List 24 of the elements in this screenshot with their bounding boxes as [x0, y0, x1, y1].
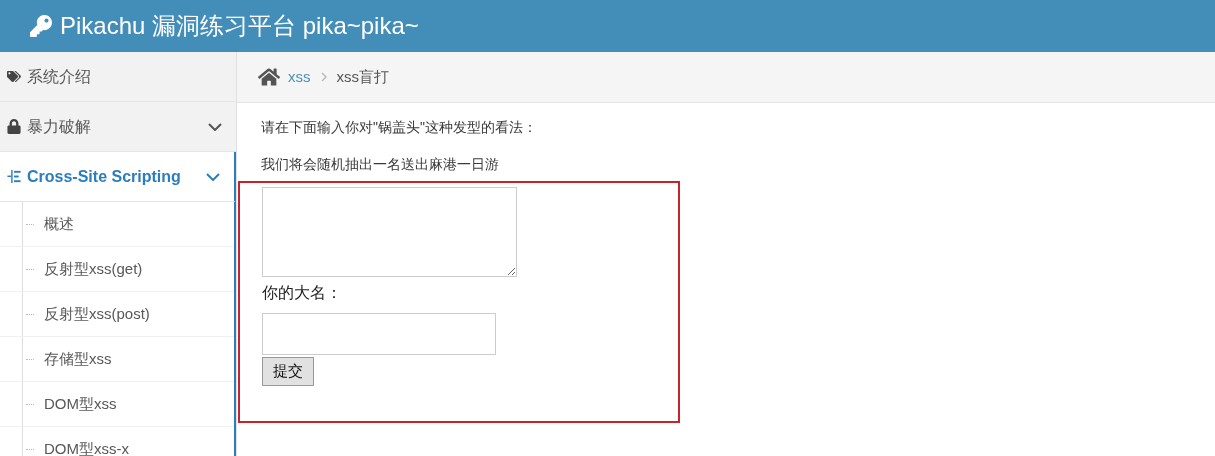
- submenu-item[interactable]: 存储型xss: [44, 347, 112, 371]
- comment-textarea[interactable]: [262, 187, 517, 277]
- tree-icon: [7, 169, 21, 184]
- name-label: 你的大名：: [262, 283, 342, 303]
- submit-button[interactable]: 提交: [262, 357, 314, 386]
- instruction-text: 请在下面输入你对"锅盖头"这种发型的看法：: [261, 118, 538, 137]
- chevron-right-icon: [320, 72, 327, 82]
- instruction-text: 我们将会随机抽出一名送出麻港一日游: [261, 155, 500, 174]
- submenu-item[interactable]: 反射型xss(get): [44, 257, 143, 281]
- submenu-item[interactable]: 反射型xss(post): [44, 302, 150, 326]
- name-input[interactable]: [262, 313, 496, 355]
- home-icon[interactable]: [258, 67, 280, 87]
- submenu-item[interactable]: DOM型xss: [44, 392, 117, 416]
- chevron-down-icon: [206, 172, 220, 181]
- key-icon: [30, 15, 52, 37]
- sidebar-item[interactable]: Cross-Site Scripting: [0, 152, 236, 202]
- submenu-item[interactable]: DOM型xss-x: [44, 437, 129, 456]
- submenu-item[interactable]: 概述: [44, 212, 74, 236]
- breadcrumb-current: xss盲打: [336, 66, 389, 87]
- site-title: Pikachu 漏洞练习平台 pika~pika~: [60, 11, 419, 41]
- lock-icon: [7, 119, 21, 134]
- sidebar-item[interactable]: 系统介绍: [0, 52, 236, 102]
- chevron-down-icon: [208, 122, 222, 131]
- tags-icon: [7, 69, 21, 84]
